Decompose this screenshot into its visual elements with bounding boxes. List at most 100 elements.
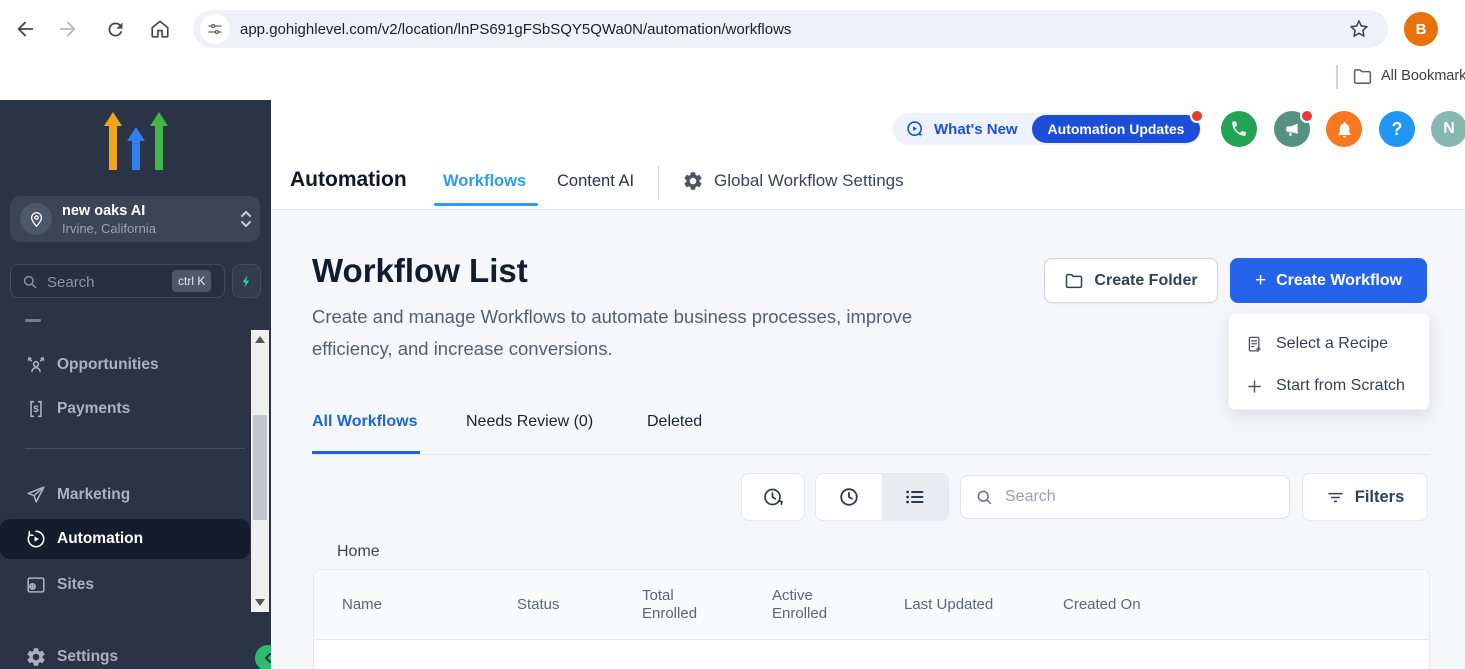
location-name: new oaks AI	[62, 203, 145, 219]
menu-item-select-recipe[interactable]: Select a Recipe	[1229, 327, 1431, 361]
search-icon	[21, 273, 38, 290]
active-subtab-underline	[312, 451, 420, 454]
sidebar-item-label: Automation	[57, 530, 143, 548]
create-folder-button[interactable]: Create Folder	[1044, 258, 1218, 303]
sites-icon	[25, 574, 47, 596]
search-shortcut-badge: ctrl K	[172, 270, 211, 292]
chevron-updown-icon	[238, 206, 254, 232]
column-header-active-enrolled: Active Enrolled	[772, 587, 842, 623]
global-workflow-settings-label: Global Workflow Settings	[714, 171, 904, 191]
tune-icon	[206, 20, 224, 38]
whats-new-icon	[905, 119, 926, 140]
history-icon	[761, 485, 785, 509]
subtab-deleted[interactable]: Deleted	[647, 413, 702, 431]
column-header-name: Name	[342, 596, 382, 613]
phone-button[interactable]	[1221, 111, 1257, 147]
avatar-initial: N	[1443, 120, 1455, 138]
screen: app.gohighlevel.com/v2/location/lnPS691g…	[0, 0, 1465, 669]
sidebar-item-label: Sites	[57, 576, 94, 594]
app-header: What's New Automation Updates ? N Automa…	[271, 100, 1465, 210]
browser-profile-avatar[interactable]: B	[1404, 12, 1438, 46]
filters-label: Filters	[1355, 488, 1405, 507]
recipe-icon	[1245, 335, 1264, 354]
plus-icon	[1245, 377, 1264, 396]
opportunities-icon	[25, 354, 47, 376]
help-button[interactable]: ?	[1379, 111, 1415, 147]
location-pin-icon	[28, 211, 45, 228]
breadcrumb-home[interactable]: Home	[337, 543, 380, 561]
scroll-down-icon[interactable]	[255, 599, 265, 606]
announcements-button[interactable]	[1274, 111, 1310, 147]
view-toggle-list[interactable]	[882, 474, 948, 520]
column-header-created-on: Created On	[1063, 596, 1141, 613]
sidebar-item-automation[interactable]: Automation	[0, 519, 250, 559]
main-area: What's New Automation Updates ? N Automa…	[271, 100, 1465, 669]
sidebar-search-input[interactable]	[45, 265, 174, 299]
phone-icon	[1230, 120, 1248, 138]
all-bookmarks-button[interactable]: All Bookmarks	[1381, 68, 1465, 84]
bookmarks-bar: All Bookmarks	[0, 59, 1465, 100]
subtab-all-workflows[interactable]: All Workflows	[312, 413, 418, 431]
sidebar-item-label: Opportunities	[57, 356, 159, 374]
whats-new-label: What's New	[934, 121, 1018, 138]
sidebar-item-sites[interactable]: Sites	[0, 568, 250, 602]
menu-item-start-scratch[interactable]: Start from Scratch	[1229, 369, 1431, 403]
lightning-icon	[239, 273, 254, 290]
site-settings-button[interactable]	[200, 14, 230, 44]
svg-text:$: $	[33, 404, 39, 415]
home-icon	[149, 18, 171, 40]
view-toggle-recent[interactable]	[816, 474, 882, 520]
notification-dot	[1300, 109, 1314, 123]
forward-button[interactable]	[49, 11, 85, 47]
sidebar-search: ctrl K	[10, 264, 225, 298]
create-workflow-button[interactable]: + Create Workflow	[1230, 258, 1427, 303]
create-workflow-label: Create Workflow	[1276, 272, 1402, 290]
workflow-content: Workflow List Create and manage Workflow…	[271, 210, 1465, 669]
menu-item-label: Select a Recipe	[1276, 335, 1388, 353]
list-icon	[903, 485, 927, 509]
global-workflow-settings-button[interactable]: Global Workflow Settings	[682, 170, 904, 192]
clock-icon	[837, 485, 861, 509]
gear-icon	[682, 170, 704, 192]
sidebar-scrollbar[interactable]	[251, 330, 269, 612]
sidebar: new oaks AI Irvine, California ctrl K Op…	[0, 100, 271, 669]
location-switcher[interactable]: new oaks AI Irvine, California	[10, 196, 260, 242]
sidebar-item-marketing[interactable]: Marketing	[0, 478, 250, 512]
history-button[interactable]	[741, 473, 805, 521]
sidebar-item-settings[interactable]: Settings	[0, 640, 250, 669]
workflow-search-input[interactable]	[1003, 487, 1277, 507]
home-button[interactable]	[142, 11, 178, 47]
notifications-button[interactable]	[1326, 111, 1362, 147]
view-toggle	[815, 473, 949, 521]
url-text: app.gohighlevel.com/v2/location/lnPS691g…	[240, 21, 791, 38]
sidebar-item-partial	[25, 319, 41, 322]
subtabs-border	[312, 454, 1430, 455]
active-tab-underline	[434, 203, 538, 206]
bookmark-star-button[interactable]	[1341, 11, 1377, 47]
page-description-line2: efficiency, and increase conversions.	[312, 338, 613, 360]
filters-button[interactable]: Filters	[1302, 473, 1428, 521]
url-bar[interactable]: app.gohighlevel.com/v2/location/lnPS691g…	[193, 10, 1388, 48]
megaphone-icon	[1283, 120, 1302, 139]
page-heading: Workflow List	[312, 252, 528, 290]
tabs-divider	[658, 166, 659, 200]
page-description-line1: Create and manage Workflows to automate …	[312, 306, 912, 328]
reload-button[interactable]	[97, 11, 133, 47]
tab-workflows[interactable]: Workflows	[443, 172, 526, 191]
subtab-needs-review[interactable]: Needs Review (0)	[466, 413, 593, 431]
whats-new-button[interactable]: What's New Automation Updates	[893, 113, 1201, 145]
create-workflow-menu: Select a Recipe Start from Scratch	[1228, 313, 1430, 410]
sidebar-item-opportunities[interactable]: Opportunities	[0, 348, 250, 382]
user-avatar[interactable]: N	[1431, 111, 1465, 147]
back-button[interactable]	[8, 11, 44, 47]
bell-icon	[1335, 120, 1354, 139]
automation-updates-badge[interactable]: Automation Updates	[1032, 115, 1200, 143]
quick-actions-button[interactable]	[232, 264, 261, 298]
reload-icon	[105, 19, 126, 40]
automation-icon	[25, 528, 47, 550]
scroll-up-icon[interactable]	[255, 336, 265, 343]
sidebar-item-payments[interactable]: $ Payments	[0, 392, 250, 426]
tab-content-ai[interactable]: Content AI	[557, 172, 634, 191]
scrollbar-thumb[interactable]	[253, 415, 267, 520]
browser-toolbar: app.gohighlevel.com/v2/location/lnPS691g…	[0, 0, 1465, 59]
